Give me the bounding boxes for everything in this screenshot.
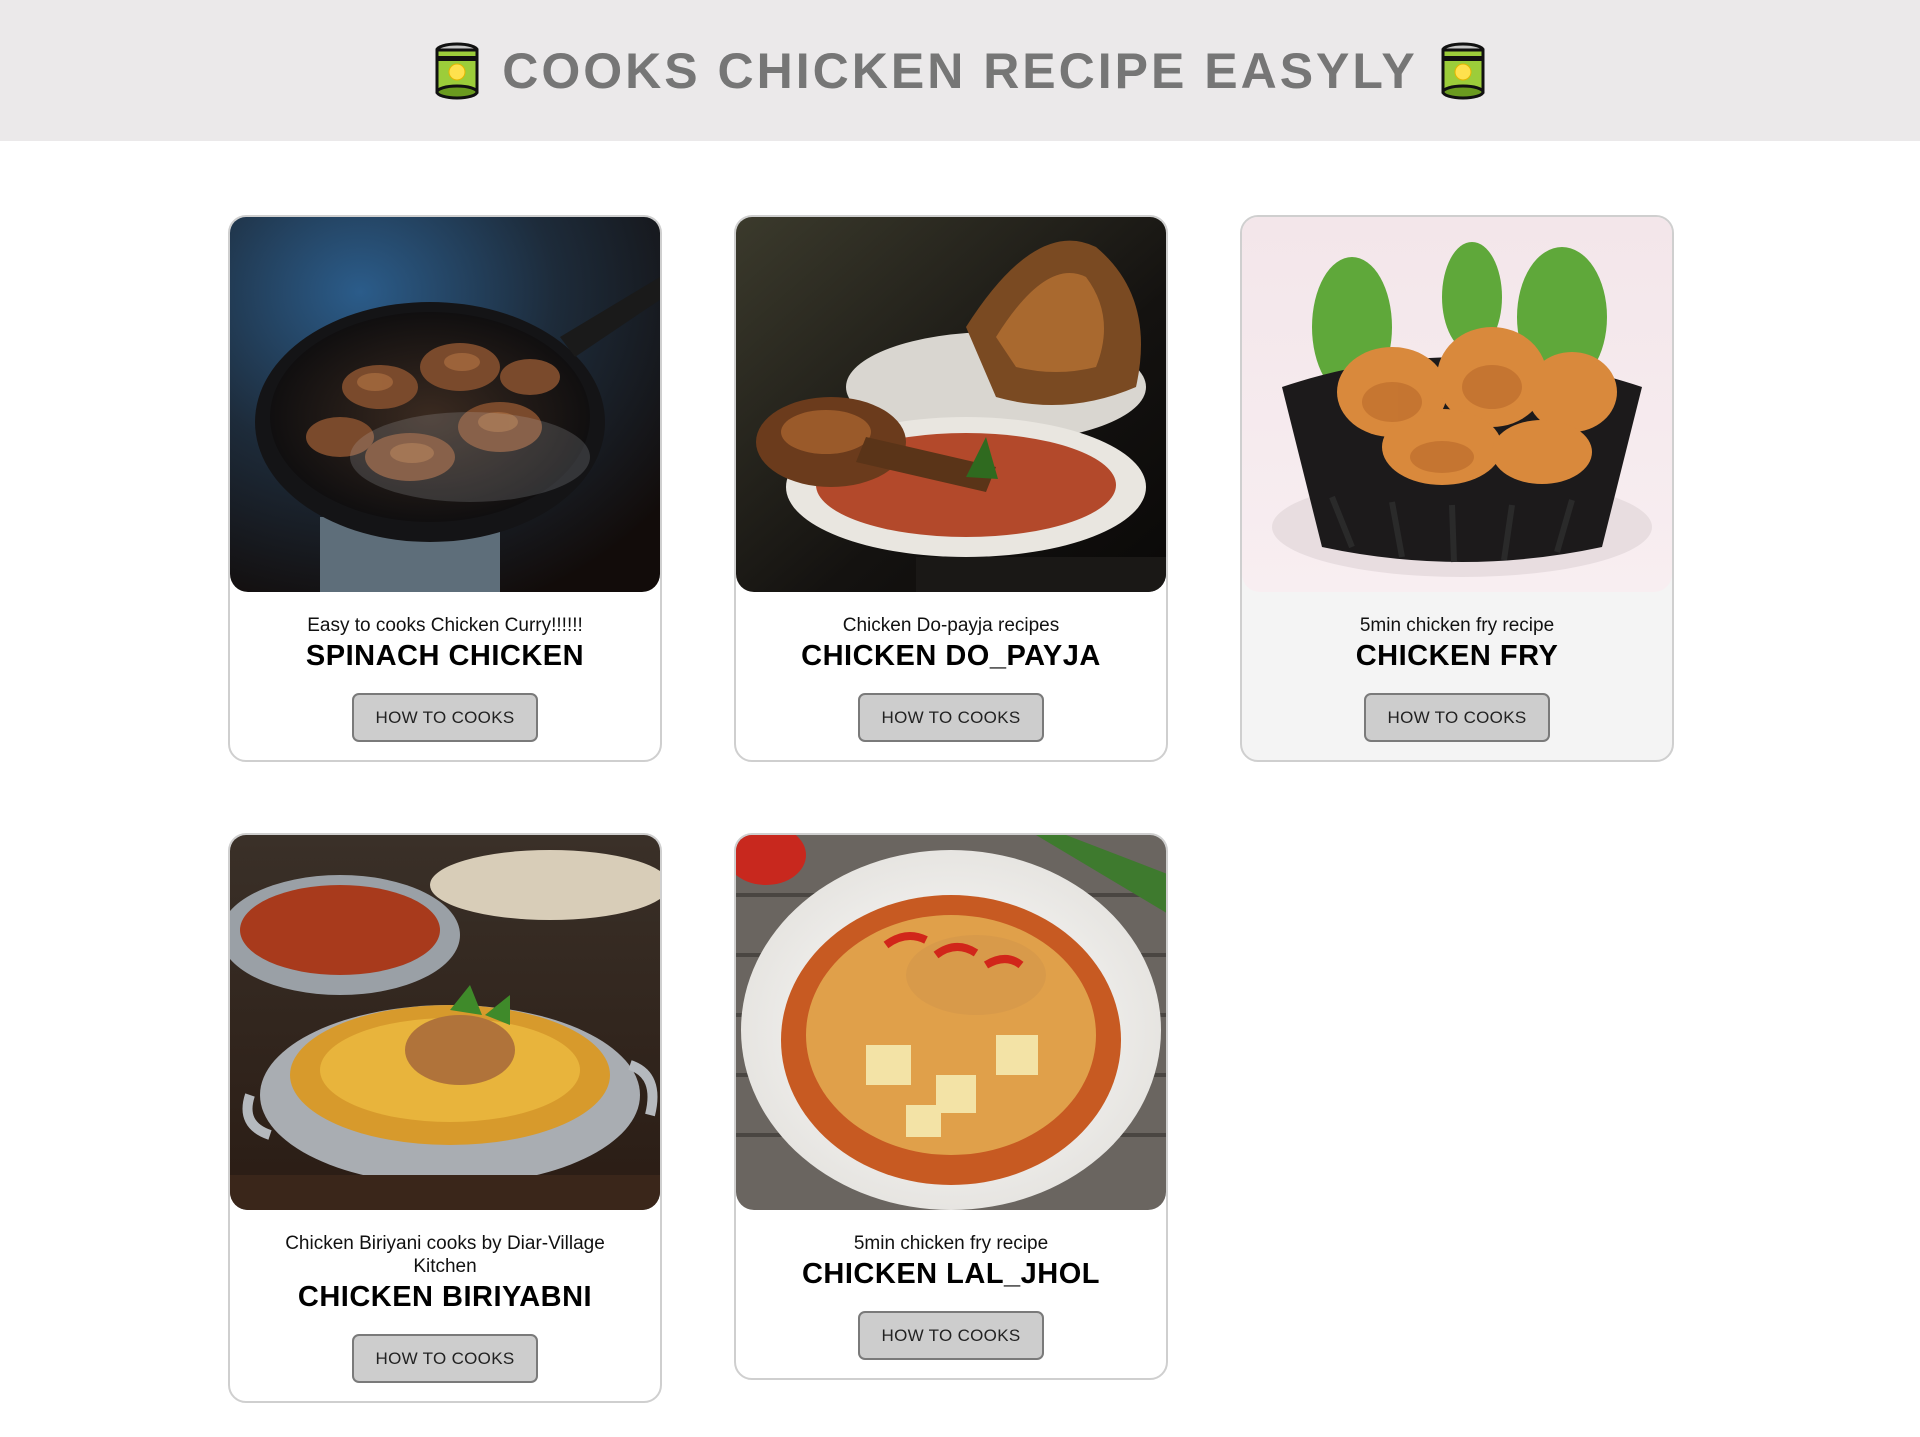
card-subtitle: 5min chicken fry recipe (853, 1233, 1049, 1254)
card-title: CHICKEN FRY (1355, 640, 1559, 672)
roast-chicken-plate-image (736, 217, 1166, 592)
chicken-biryani-bowl-image (230, 835, 660, 1210)
how-to-cooks-button[interactable]: HOW TO COOKS (1364, 693, 1550, 742)
card-subtitle: Easy to cooks Chicken Curry!!!!!! (307, 615, 583, 636)
fried-chicken-basket-image (1242, 217, 1672, 592)
recipe-card-chicken-do-payja: Chicken Do-payja recipes CHICKEN DO_PAYJ… (734, 215, 1168, 762)
how-to-cooks-button[interactable]: HOW TO COOKS (352, 693, 538, 742)
card-subtitle: Chicken Do-payja recipes (842, 615, 1060, 636)
recipe-card-chicken-fry: 5min chicken fry recipe CHICKEN FRY HOW … (1240, 215, 1674, 762)
recipe-card-spinach-chicken: Easy to cooks Chicken Curry!!!!!! SPINAC… (228, 215, 662, 762)
card-title: SPINACH CHICKEN (305, 640, 585, 672)
chicken-curry-wok-image (230, 217, 660, 592)
card-subtitle: Chicken Biriyani cooks by Diar-Village K… (285, 1233, 605, 1277)
card-subtitle: 5min chicken fry recipe (1359, 615, 1555, 636)
recipe-grid: Easy to cooks Chicken Curry!!!!!! SPINAC… (0, 0, 1920, 1437)
card-title: CHICKEN LAL_JHOL (801, 1258, 1100, 1290)
recipe-card-chicken-biriyabni: Chicken Biriyani cooks by Diar-Village K… (228, 833, 662, 1403)
how-to-cooks-button[interactable]: HOW TO COOKS (858, 693, 1044, 742)
chicken-curry-bowl-image (736, 835, 1166, 1210)
how-to-cooks-button[interactable]: HOW TO COOKS (858, 1311, 1044, 1360)
card-title: CHICKEN BIRIYABNI (297, 1281, 593, 1313)
how-to-cooks-button[interactable]: HOW TO COOKS (352, 1334, 538, 1383)
recipe-card-chicken-lal-jhol: 5min chicken fry recipe CHICKEN LAL_JHOL… (734, 833, 1168, 1380)
card-title: CHICKEN DO_PAYJA (801, 640, 1101, 672)
